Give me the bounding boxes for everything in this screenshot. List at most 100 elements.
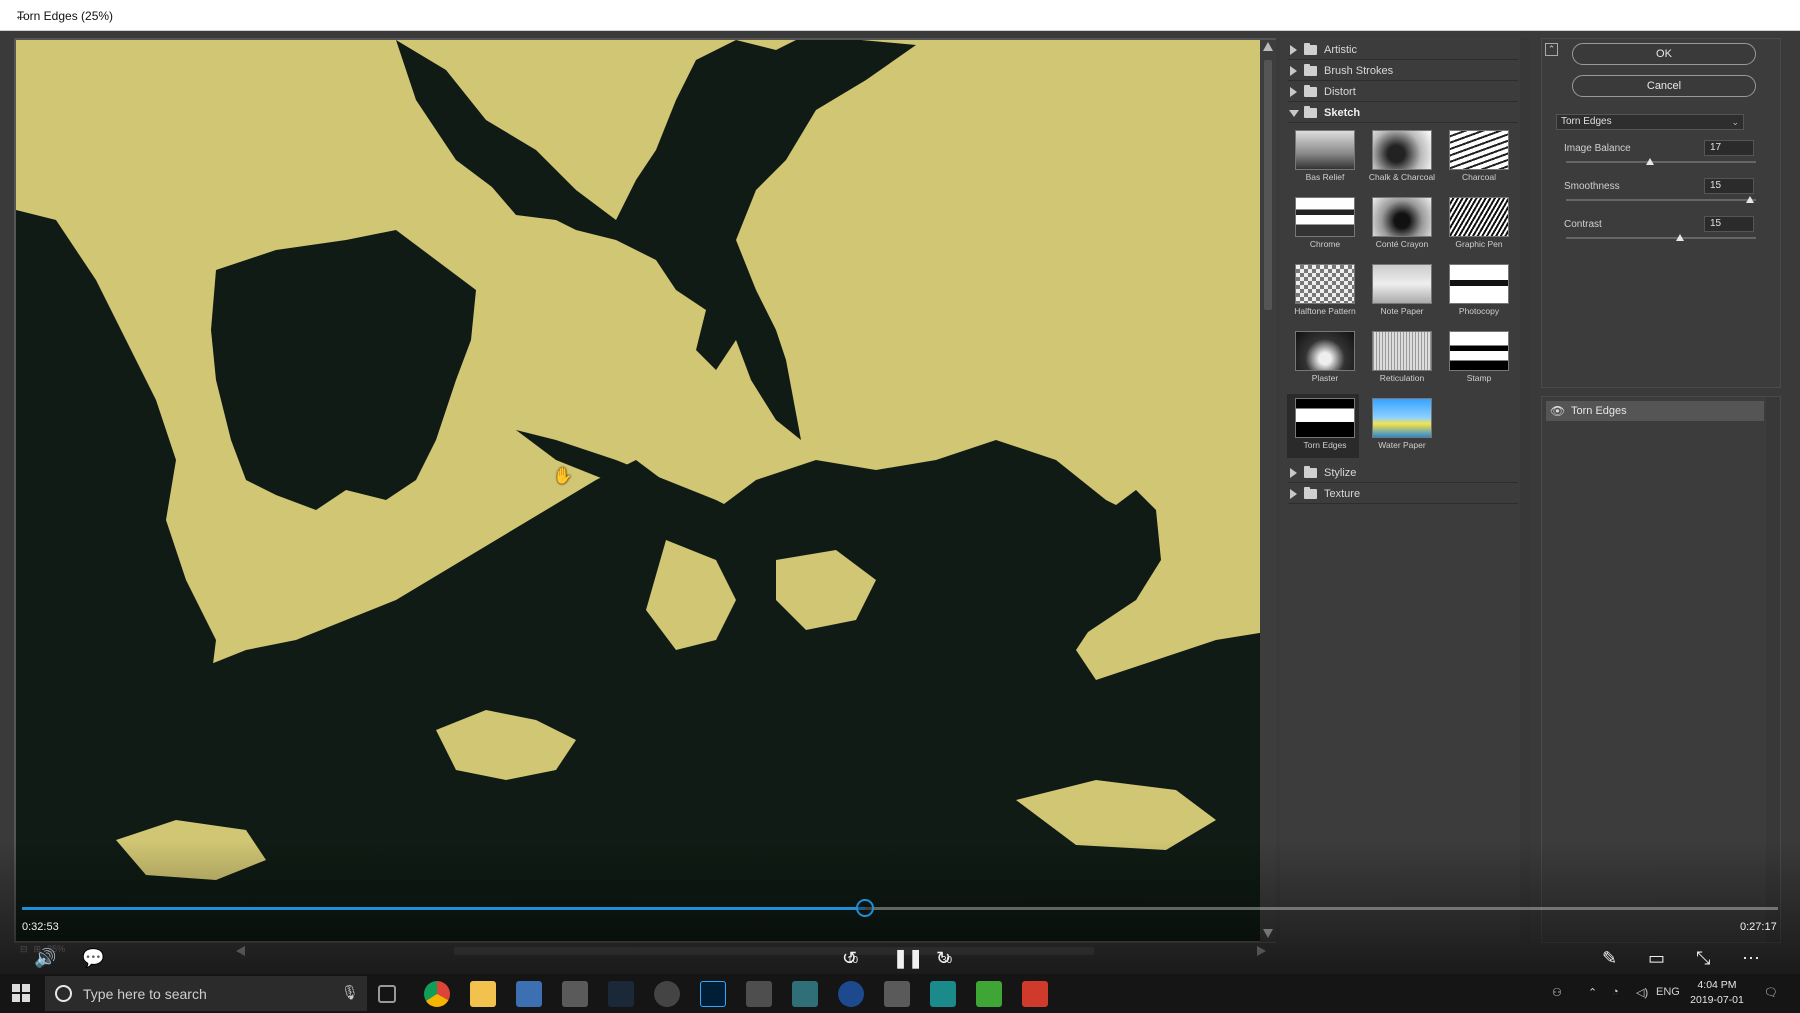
settings-gear-icon[interactable] [654,981,680,1007]
skip-back-button[interactable]: ↺ 10 [842,948,858,969]
volume-icon[interactable]: 🔊 [34,948,56,969]
slider-value-field[interactable]: 15 [1704,178,1754,194]
filter-thumb-charcoal[interactable]: Charcoal [1441,126,1513,190]
steam-icon[interactable] [608,981,634,1007]
exit-fullscreen-icon[interactable]: ⤡ [1696,948,1710,969]
filter-thumb-chrome[interactable]: Chrome [1287,193,1359,257]
filter-thumb-cont-crayon[interactable]: Conté Crayon [1364,193,1436,257]
microphone-icon[interactable]: 🎙 [341,984,359,1001]
filter-thumb-note-paper[interactable]: Note Paper [1364,260,1436,324]
filter-thumb-bas-relief[interactable]: Bas Relief [1287,126,1359,190]
scroll-left-arrow-icon[interactable] [236,946,245,956]
slider-track[interactable] [1566,161,1756,163]
captions-icon[interactable]: 💬 [82,948,104,969]
filter-category-2[interactable]: Distort [1288,82,1518,102]
show-hidden-icons-chevron[interactable]: ⌃ [1588,986,1597,999]
collapsed-triangle-icon[interactable] [1290,66,1297,76]
mini-view-icon[interactable]: ▭ [1648,948,1665,969]
canvas-horizontal-scrollbar[interactable] [14,943,1276,959]
filter-category-b0[interactable]: Stylize [1288,463,1518,483]
more-options-icon[interactable]: ⋯ [1742,948,1760,969]
filter-select[interactable]: Torn Edges ⌄ [1556,114,1744,130]
search-placeholder: Type here to search [83,986,207,1002]
taskbar-search[interactable]: Type here to search 🎙 [45,976,367,1011]
filter-preview-image [1295,398,1355,438]
collapsed-triangle-icon[interactable] [1290,45,1297,55]
app-circle-icon[interactable] [838,981,864,1007]
cancel-button[interactable]: Cancel [1572,75,1756,97]
slider-track[interactable] [1566,199,1756,201]
canvas-vertical-scrollbar[interactable] [1260,40,1276,942]
pause-icon[interactable]: ❚❚ [893,948,923,969]
zoom-out-icon[interactable]: ⊟ [20,944,28,955]
filter-thumb-chalk-charcoal[interactable]: Chalk & Charcoal [1364,126,1436,190]
filter-gallery: Artistic Brush Strokes Distort Sketch Bas Re… [1280,38,1530,943]
app-icon[interactable] [792,981,818,1007]
effect-layer-row[interactable]: 👁 Torn Edges [1546,401,1764,421]
slider-value-field[interactable]: 15 [1704,216,1754,232]
filter-thumb-label: Photocopy [1458,306,1500,316]
volume-tray-icon[interactable]: ◁) [1636,986,1648,999]
task-view-icon[interactable] [378,985,396,1003]
scroll-down-arrow-icon[interactable] [1263,929,1273,938]
3dsmax-icon[interactable] [930,981,956,1007]
mail-icon[interactable] [562,981,588,1007]
app-green-icon[interactable] [976,981,1002,1007]
slider-handle[interactable] [1645,158,1654,165]
scroll-right-arrow-icon[interactable] [1257,946,1266,956]
language-indicator[interactable]: ENG [1656,986,1680,998]
photos-icon[interactable] [746,981,772,1007]
gallery-scrollbar[interactable] [1520,38,1530,943]
collapse-gallery-icon[interactable]: ⌃ [1545,43,1558,56]
store-icon[interactable] [516,981,542,1007]
filter-thumb-reticulation[interactable]: Reticulation [1364,327,1436,391]
collapsed-triangle-icon[interactable] [1290,87,1297,97]
slider-handle[interactable] [1746,196,1755,203]
filter-thumb-photocopy[interactable]: Photocopy [1441,260,1513,324]
eye-icon[interactable]: 👁 [1550,404,1565,418]
scroll-thumb[interactable] [454,947,1094,955]
filter-thumb-graphic-pen[interactable]: Graphic Pen [1441,193,1513,257]
filter-settings-panel: ⌃ OK Cancel Torn Edges ⌄ Image Balance 17… [1541,38,1781,388]
scroll-thumb[interactable] [1264,60,1272,310]
expanded-triangle-icon[interactable] [1289,110,1299,117]
network-icon[interactable]: ◔ [1612,986,1619,998]
pen-icon[interactable]: ✎ [1602,948,1617,969]
slider-handle[interactable] [1676,234,1684,241]
windows-start-icon[interactable] [12,984,30,1002]
filter-category-b1[interactable]: Texture [1288,484,1518,504]
video-progress-handle[interactable] [855,899,874,917]
scroll-up-arrow-icon[interactable] [1263,42,1273,51]
notifications-icon[interactable]: 🗨 [1764,986,1778,999]
ok-button[interactable]: OK [1572,43,1756,65]
preview-canvas[interactable] [14,38,1276,943]
collapsed-triangle-icon[interactable] [1290,489,1297,499]
collapsed-triangle-icon[interactable] [1290,468,1297,478]
slider-track[interactable] [1566,237,1756,239]
filter-category-label: Brush Strokes [1324,65,1394,77]
filter-category-1[interactable]: Brush Strokes [1288,61,1518,81]
filter-category-open[interactable]: Sketch [1288,103,1518,123]
app-red-icon[interactable] [1022,981,1048,1007]
title-bar: ← Torn Edges (25%) [0,0,1800,31]
zbrush-icon[interactable] [884,981,910,1007]
skip-forward-button[interactable]: ↻ 30 [936,948,952,969]
file-explorer-icon[interactable] [470,981,496,1007]
remaining-time: 0:27:17 [1740,921,1777,933]
filter-category-0[interactable]: Artistic [1288,40,1518,60]
chrome-icon[interactable] [424,981,450,1007]
elapsed-time: 0:32:53 [22,921,59,933]
filter-thumb-water-paper[interactable]: Water Paper [1364,394,1436,458]
filter-thumb-label: Conté Crayon [1375,239,1429,249]
layers-scrollbar[interactable] [1766,397,1780,942]
slider-label: Image Balance [1564,143,1631,154]
filter-thumb-halftone-pattern[interactable]: Halftone Pattern [1287,260,1359,324]
taskbar-clock[interactable]: 4:04 PM 2019-07-01 [1687,978,1747,1008]
filter-thumb-stamp[interactable]: Stamp [1441,327,1513,391]
clock-date: 2019-07-01 [1690,994,1744,1006]
filter-thumb-torn-edges[interactable]: Torn Edges [1287,394,1359,458]
photoshop-icon[interactable] [700,981,726,1007]
slider-value-field[interactable]: 17 [1704,140,1754,156]
filter-thumb-plaster[interactable]: Plaster [1287,327,1359,391]
people-icon[interactable]: ⚇ [1552,986,1562,999]
